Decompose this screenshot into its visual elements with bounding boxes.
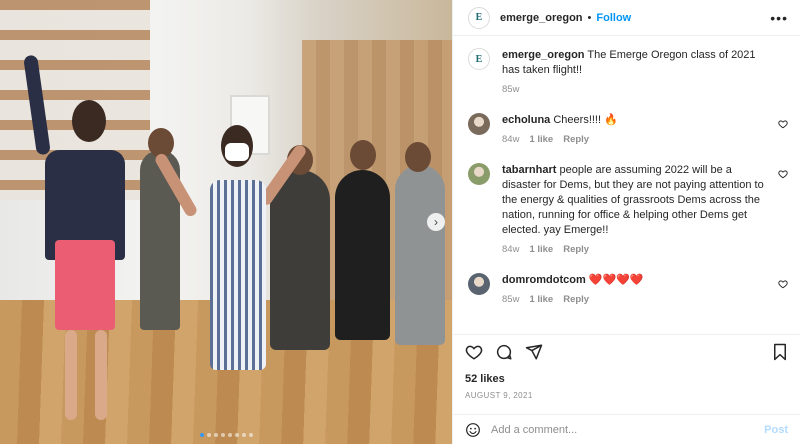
avatar-letter: E: [475, 12, 483, 23]
comment-username[interactable]: domromdotcom: [502, 274, 586, 286]
avatar[interactable]: [468, 273, 490, 295]
comment-likes[interactable]: 1 like: [529, 134, 553, 145]
carousel-dot: [220, 433, 225, 437]
comment-likes[interactable]: 1 like: [529, 244, 553, 255]
comment-text: Cheers!!!! 🔥: [553, 114, 618, 126]
list-item: tabarnhart people are assuming 2022 will…: [468, 163, 788, 255]
heart-icon[interactable]: [778, 169, 788, 179]
avatar[interactable]: [468, 163, 490, 185]
post-date[interactable]: AUGUST 9, 2021: [465, 391, 788, 400]
comment-input[interactable]: [491, 423, 765, 436]
carousel-dot: [234, 433, 239, 437]
comment-likes[interactable]: 1 like: [529, 294, 553, 305]
comments-list: E emerge_oregon The Emerge Oregon class …: [453, 36, 800, 334]
carousel-dot: [227, 433, 232, 437]
avatar[interactable]: [468, 113, 490, 135]
instagram-post-viewer: › E emerge_oregon • Follow ••• E emerge_…: [0, 0, 800, 444]
comment-text: ❤️❤️❤️❤️: [588, 274, 644, 286]
caption: E emerge_oregon The Emerge Oregon class …: [468, 48, 788, 95]
comment-username[interactable]: echoluna: [502, 114, 550, 126]
comment-time[interactable]: 85w: [502, 294, 519, 305]
avatar[interactable]: E: [468, 6, 490, 29]
chevron-right-icon: ›: [434, 215, 438, 229]
reply-button[interactable]: Reply: [563, 244, 589, 255]
like-heart-icon[interactable]: [465, 343, 483, 361]
heart-icon[interactable]: [778, 279, 788, 289]
carousel-dot: [248, 433, 253, 437]
reply-button[interactable]: Reply: [563, 294, 589, 305]
comment-time[interactable]: 84w: [502, 134, 519, 145]
carousel-dot: [199, 433, 204, 437]
caption-username[interactable]: emerge_oregon: [502, 49, 585, 61]
carousel-dot: [213, 433, 218, 437]
add-comment-bar: Post: [453, 414, 800, 444]
separator-dot: •: [587, 11, 592, 24]
list-item: echoluna Cheers!!!! 🔥 84w 1 like Reply: [468, 113, 788, 145]
follow-button[interactable]: Follow: [596, 12, 631, 24]
likes-count[interactable]: 52 likes: [465, 373, 788, 385]
carousel-indicator: [0, 433, 452, 437]
caption-time[interactable]: 85w: [502, 84, 519, 95]
comment-icon[interactable]: [495, 343, 513, 361]
post-header: E emerge_oregon • Follow •••: [453, 0, 800, 36]
post-comment-button[interactable]: Post: [764, 424, 788, 436]
bookmark-icon[interactable]: [772, 343, 788, 361]
comment-username[interactable]: tabarnhart: [502, 164, 556, 176]
share-icon[interactable]: [525, 343, 543, 361]
avatar-letter: E: [475, 53, 483, 65]
comment-time[interactable]: 84w: [502, 244, 519, 255]
carousel-dot: [206, 433, 211, 437]
post-actions: 52 likes AUGUST 9, 2021: [453, 334, 800, 400]
emoji-icon[interactable]: [465, 422, 481, 438]
post-username[interactable]: emerge_oregon: [500, 12, 583, 24]
reply-button[interactable]: Reply: [563, 134, 589, 145]
heart-icon[interactable]: [778, 119, 788, 129]
avatar[interactable]: E: [468, 48, 490, 70]
carousel-dot: [241, 433, 246, 437]
carousel-next-button[interactable]: ›: [427, 213, 445, 231]
list-item: domromdotcom ❤️❤️❤️❤️ 85w 1 like Reply: [468, 273, 788, 305]
more-horizontal-icon[interactable]: •••: [770, 11, 788, 25]
post-side-panel: E emerge_oregon • Follow ••• E emerge_or…: [452, 0, 800, 444]
post-photo[interactable]: ›: [0, 0, 452, 444]
